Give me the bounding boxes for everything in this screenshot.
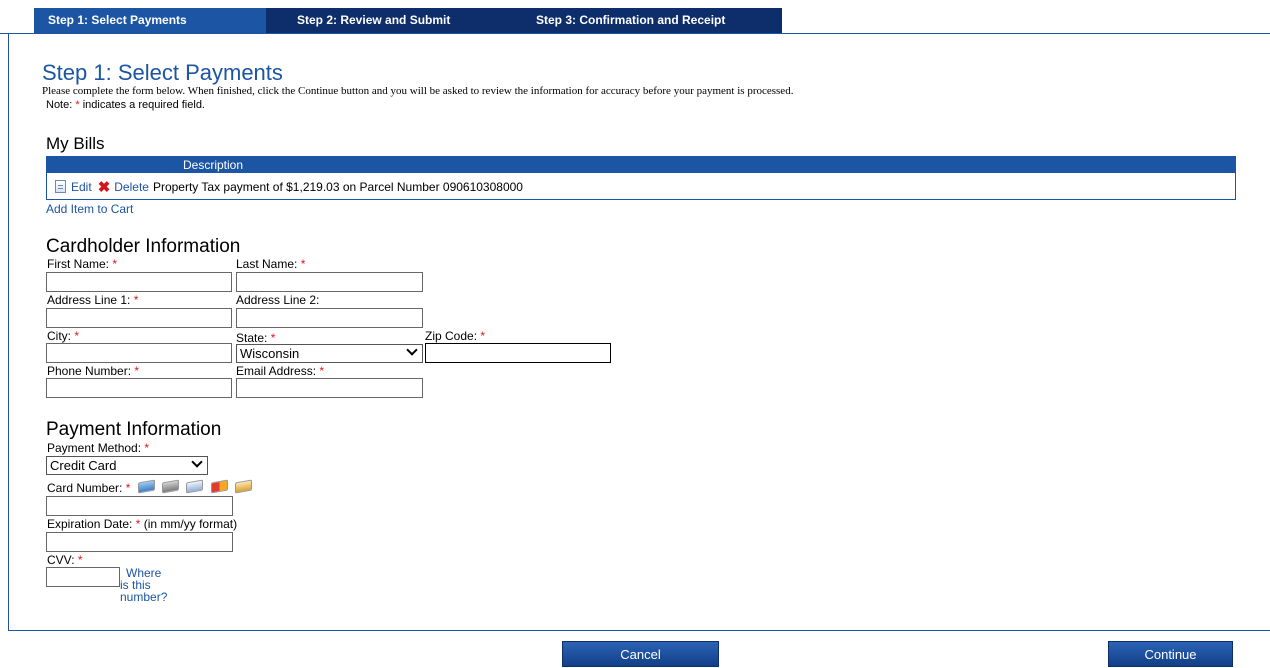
last-name-field[interactable] — [236, 272, 423, 292]
required-mark: * — [112, 257, 118, 271]
required-mark: * — [270, 331, 276, 345]
delete-link[interactable]: Delete — [114, 180, 149, 194]
my-bills-heading: My Bills — [46, 134, 105, 153]
tab-step-3[interactable]: Step 3: Confirmation and Receipt — [511, 8, 782, 34]
state-label: State: * — [236, 331, 275, 345]
bill-description: Property Tax payment of $1,219.03 on Par… — [152, 179, 523, 194]
zip-code-field[interactable] — [425, 343, 611, 363]
cvv-help-link[interactable]: Where is this number? — [120, 567, 167, 603]
last-name-label-text: Last Name: — [236, 257, 298, 271]
mastercard-card-icon — [210, 479, 228, 494]
payment-heading: Payment Information — [46, 419, 222, 440]
city-label-text: City: — [47, 329, 71, 343]
phone-label-text: Phone Number: — [47, 364, 132, 378]
phone-number-field[interactable] — [46, 378, 232, 398]
state-select[interactable]: Wisconsin — [236, 344, 423, 363]
payment-method-label: Payment Method: * — [47, 441, 149, 455]
note-suffix: indicates a required field. — [79, 99, 205, 111]
tab-step-2[interactable]: Step 2: Review and Submit — [266, 8, 511, 34]
email-label: Email Address: * — [236, 364, 324, 378]
cvv-label: CVV: * — [47, 553, 83, 567]
required-note: Note: * indicates a required field. — [46, 99, 205, 111]
edit-document-icon[interactable] — [55, 180, 66, 193]
payment-method-value: Credit Card — [50, 458, 117, 473]
note-prefix: Note: — [46, 99, 76, 111]
phone-label: Phone Number: * — [47, 364, 139, 378]
cancel-button[interactable]: Cancel — [562, 641, 719, 667]
required-mark: * — [300, 257, 306, 271]
card-number-label: Card Number: * — [47, 479, 253, 495]
city-field[interactable] — [46, 343, 232, 363]
email-label-text: Email Address: — [236, 364, 317, 378]
cvv-field[interactable] — [46, 567, 120, 587]
address1-field[interactable] — [46, 308, 232, 328]
required-mark: * — [125, 481, 131, 495]
bills-table: Description Edit ✖ Delete Property Tax p… — [46, 156, 1236, 200]
expiration-date-field[interactable] — [46, 532, 233, 552]
card-number-label-text: Card Number: — [47, 481, 123, 495]
required-mark: * — [319, 364, 325, 378]
chevron-down-icon — [406, 344, 418, 356]
page-title: Step 1: Select Payments — [42, 60, 283, 85]
tab-step-1[interactable]: Step 1: Select Payments — [34, 8, 266, 34]
amex-card-icon — [137, 479, 155, 494]
expiration-label: Expiration Date: * (in mm/yy format) — [47, 517, 237, 531]
step-tabs: Step 1: Select Payments Step 2: Review a… — [0, 0, 1270, 35]
address2-label: Address Line 2: — [236, 293, 320, 307]
payment-method-select[interactable]: Credit Card — [46, 456, 208, 475]
state-label-text: State: — [236, 331, 268, 345]
chevron-down-icon — [191, 456, 203, 468]
add-item-link[interactable]: Add Item to Cart — [46, 202, 133, 216]
card-number-field[interactable] — [46, 496, 233, 516]
address2-field[interactable] — [236, 308, 423, 328]
cvv-help-line-3: number? — [120, 590, 168, 604]
discover-card-icon — [162, 479, 180, 494]
zip-label: Zip Code: * — [425, 329, 485, 343]
email-field[interactable] — [236, 378, 423, 398]
last-name-label: Last Name: * — [236, 257, 305, 271]
address1-label-text: Address Line 1: — [47, 293, 131, 307]
first-name-field[interactable] — [46, 272, 232, 292]
intro-text: Please complete the form below. When fin… — [42, 85, 794, 97]
city-label: City: * — [47, 329, 79, 343]
required-mark: * — [134, 364, 140, 378]
generic-card-icon — [235, 479, 253, 494]
required-mark: * — [133, 293, 139, 307]
required-mark: * — [77, 553, 83, 567]
zip-label-text: Zip Code: — [425, 329, 478, 343]
first-name-label: First Name: * — [47, 257, 117, 271]
expiration-hint: (in mm/yy format) — [143, 517, 238, 531]
required-mark: * — [144, 441, 150, 455]
required-mark: * — [480, 329, 486, 343]
first-name-label-text: First Name: — [47, 257, 110, 271]
edit-link[interactable]: Edit — [71, 180, 92, 194]
state-select-value: Wisconsin — [240, 346, 300, 361]
payment-method-label-text: Payment Method: — [47, 441, 142, 455]
bills-column-description: Description — [47, 157, 1235, 173]
cvv-label-text: CVV: — [47, 553, 75, 567]
delete-icon[interactable]: ✖ — [98, 178, 111, 196]
required-mark: * — [135, 517, 141, 531]
cardholder-heading: Cardholder Information — [46, 236, 241, 257]
required-mark: * — [74, 329, 80, 343]
continue-button[interactable]: Continue — [1108, 641, 1233, 667]
visa-card-icon — [186, 479, 204, 494]
table-row: Edit ✖ Delete Property Tax payment of $1… — [47, 173, 1235, 200]
expiration-label-text: Expiration Date: — [47, 517, 133, 531]
address1-label: Address Line 1: * — [47, 293, 138, 307]
